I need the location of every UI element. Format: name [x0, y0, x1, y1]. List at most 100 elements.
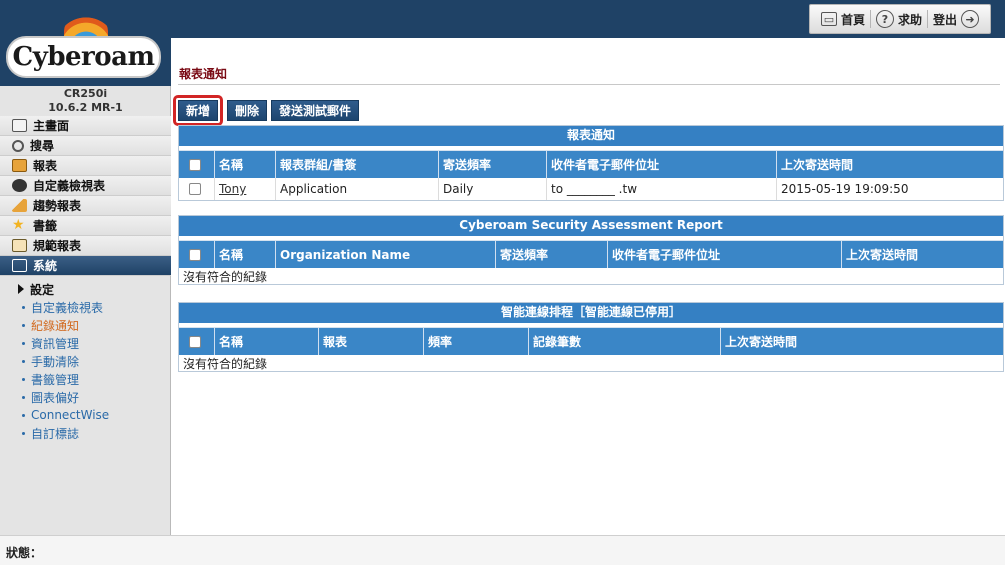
column-header[interactable]: 名稱 — [215, 151, 276, 178]
submenu-item-data-management[interactable]: 資訊管理 — [0, 334, 171, 352]
column-header[interactable]: 名稱 — [215, 241, 276, 268]
submenu-title: 設定 — [30, 282, 55, 297]
submenu-item-label: 自定義檢視表 — [31, 300, 104, 315]
column-header[interactable]: 上次寄送時間 — [721, 328, 1003, 355]
compliance-icon — [12, 239, 27, 252]
sidebar-item-label: 主畫面 — [33, 119, 70, 133]
submenu-item-label: 自訂標誌 — [31, 426, 80, 441]
eye-icon — [12, 179, 27, 192]
table-row: Tony Application Daily to ________ .tw 2… — [179, 178, 1003, 200]
bullet-icon — [22, 377, 25, 381]
title-divider — [178, 84, 1000, 85]
sidebar: Cyberoam CR250i 10.6.2 MR-1 主畫面 搜尋 報表 自定… — [0, 0, 171, 535]
page-title: 報表通知 — [179, 67, 228, 81]
brand-logo[interactable]: Cyberoam — [6, 36, 161, 78]
delete-button[interactable]: 刪除 — [227, 100, 268, 121]
select-all-checkbox[interactable] — [189, 158, 201, 171]
submenu-item-label: 圖表偏好 — [31, 390, 80, 405]
submenu-item-chart-preferences[interactable]: 圖表偏好 — [0, 388, 171, 406]
home-link[interactable]: ▭ 首頁 — [816, 11, 870, 28]
sidebar-item-custom-views[interactable]: 自定義檢視表 — [0, 176, 171, 196]
submenu-item-custom-logo[interactable]: 自訂標誌 — [0, 424, 171, 442]
group-cell: Application — [276, 178, 439, 200]
column-header[interactable]: Organization Name — [276, 241, 496, 268]
submenu-settings[interactable]: 設定 — [0, 280, 171, 298]
row-select-cell — [179, 178, 215, 200]
sidebar-item-reports[interactable]: 報表 — [0, 156, 171, 176]
column-header[interactable]: 名稱 — [215, 328, 319, 355]
submenu-item-log-notification[interactable]: 紀錄通知 — [0, 316, 171, 334]
column-header[interactable]: 寄送頻率 — [439, 151, 547, 178]
column-header[interactable]: 頻率 — [424, 328, 529, 355]
column-header[interactable]: 收件者電子郵件位址 — [547, 151, 777, 178]
sidebar-item-dashboard[interactable]: 主畫面 — [0, 116, 171, 136]
notification-name-link[interactable]: Tony — [219, 182, 246, 196]
bullet-icon — [22, 359, 25, 363]
column-header[interactable]: 上次寄送時間 — [842, 241, 1003, 268]
sidebar-item-search[interactable]: 搜尋 — [0, 136, 171, 156]
submenu-item-bookmark-management[interactable]: 書籤管理 — [0, 370, 171, 388]
bullet-icon — [22, 305, 25, 309]
dashboard-icon — [12, 119, 27, 132]
add-button-highlight: 新增 — [173, 95, 224, 126]
logo-area: Cyberoam — [0, 0, 171, 86]
monitor-icon — [12, 259, 27, 272]
name-cell: Tony — [215, 178, 276, 200]
table-header: 名稱 報表 頻率 記錄筆數 上次寄送時間 — [179, 327, 1003, 355]
submenu-item-manual-purge[interactable]: 手動清除 — [0, 352, 171, 370]
select-all-cell — [179, 151, 215, 178]
column-header[interactable]: 記錄筆數 — [529, 328, 721, 355]
column-header[interactable]: 報表 — [319, 328, 424, 355]
select-all-cell — [179, 241, 215, 268]
security-assessment-section: Cyberoam Security Assessment Report 名稱 O… — [178, 215, 1004, 285]
sidebar-item-label: 報表 — [33, 159, 58, 173]
bullet-icon — [22, 395, 25, 399]
home-icon: ▭ — [820, 12, 837, 26]
help-link[interactable]: ? 求助 — [869, 10, 927, 28]
sidebar-item-label: 趨勢報表 — [33, 199, 82, 213]
logo-text: Cyberoam — [12, 42, 155, 72]
logout-link[interactable]: 登出 ➜ — [926, 10, 984, 28]
logout-link-label: 登出 — [932, 12, 957, 27]
section-title: 報表通知 — [179, 126, 1003, 146]
bullet-icon — [22, 323, 25, 327]
help-link-label: 求助 — [897, 12, 922, 27]
sidebar-item-bookmarks[interactable]: ★ 書籤 — [0, 216, 171, 236]
table-header: 名稱 Organization Name 寄送頻率 收件者電子郵件位址 上次寄送… — [179, 240, 1003, 268]
expand-arrow-icon — [18, 284, 24, 294]
submenu-item-custom-views[interactable]: 自定義檢視表 — [0, 298, 171, 316]
submenu-item-label: 資訊管理 — [31, 336, 80, 351]
sidebar-item-label: 系統 — [33, 259, 58, 273]
column-header[interactable]: 報表群組/書簽 — [276, 151, 439, 178]
select-all-checkbox[interactable] — [189, 248, 201, 261]
column-header[interactable]: 上次寄送時間 — [777, 151, 1003, 178]
select-all-checkbox[interactable] — [189, 335, 201, 348]
sidebar-item-label: 搜尋 — [30, 139, 55, 153]
sidebar-item-label: 自定義檢視表 — [33, 179, 106, 193]
frequency-cell: Daily — [439, 178, 547, 200]
empty-message: 沒有符合的紀錄 — [183, 269, 268, 284]
logout-icon: ➜ — [961, 10, 979, 28]
last-sent-cell: 2015-05-19 19:09:50 — [781, 182, 909, 196]
bullet-icon — [22, 413, 25, 417]
sidebar-item-trend-reports[interactable]: 趨勢報表 — [0, 196, 171, 216]
select-all-cell — [179, 328, 215, 355]
send-test-mail-button[interactable]: 發送測試郵件 — [271, 100, 360, 121]
bullet-icon — [22, 431, 25, 435]
status-label: 狀態： — [6, 546, 43, 560]
column-header[interactable]: 寄送頻率 — [496, 241, 608, 268]
sidebar-menu: 主畫面 搜尋 報表 自定義檢視表 趨勢報表 ★ 書籤 規範報表 系統 設定 自定… — [0, 116, 171, 442]
search-icon — [12, 139, 24, 152]
sidebar-item-system[interactable]: 系統 — [0, 256, 171, 276]
add-button[interactable]: 新增 — [178, 100, 219, 121]
section-title: Cyberoam Security Assessment Report — [179, 216, 1003, 236]
sidebar-item-compliance-reports[interactable]: 規範報表 — [0, 236, 171, 256]
reports-icon — [12, 159, 27, 172]
status-bar: 狀態： — [0, 535, 1005, 565]
column-header[interactable]: 收件者電子郵件位址 — [608, 241, 842, 268]
smart-connect-schedule-section: 智能連線排程［智能連線已停用］ 名稱 報表 頻率 記錄筆數 上次寄送時間 沒有符… — [178, 302, 1004, 372]
submenu-item-connectwise[interactable]: ConnectWise — [0, 406, 171, 424]
row-checkbox[interactable] — [189, 183, 201, 195]
action-buttons: 新增 刪除 發送測試郵件 — [173, 95, 360, 126]
sidebar-item-label: 書籤 — [33, 219, 58, 233]
